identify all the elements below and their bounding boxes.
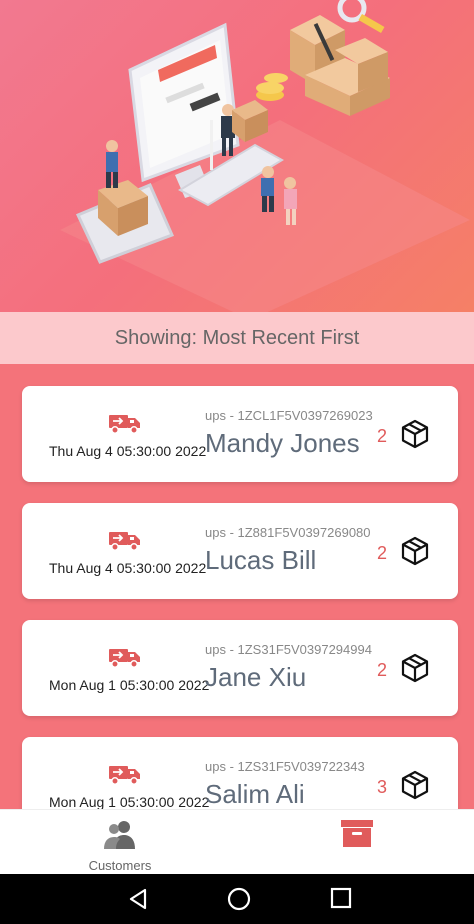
logistics-illustration [60,0,470,312]
shipment-date: Mon Aug 1 05:30:00 2022 [49,794,210,809]
customer-name: Mandy Jones [205,428,360,458]
delivery-truck-icon [109,766,140,785]
recents-icon[interactable] [330,887,352,909]
shipment-card[interactable]: Thu Aug 4 05:30:00 2022 ups - 1ZCL1F5V03… [22,386,458,482]
shipment-date: Thu Aug 4 05:30:00 2022 [49,443,207,459]
shipment-card[interactable]: Mon Aug 1 05:30:00 2022 ups - 1ZS31F5V03… [22,737,458,809]
system-navigation-bar [0,874,474,924]
customer-name: Jane Xiu [205,662,307,692]
archive-box-icon[interactable] [340,818,374,848]
customer-name: Lucas Bill [205,545,317,575]
package-count: 2 [377,426,388,446]
package-box-icon[interactable] [400,770,430,800]
customers-icon [104,821,135,849]
delivery-truck-icon [109,532,140,551]
nav-customers-tab[interactable]: Customers [70,810,170,875]
tracking-number: ups - 1Z881F5V0397269080 [205,525,371,540]
package-count: 3 [377,777,388,797]
tracking-number: ups - 1ZS31F5V0397294994 [205,642,372,657]
delivery-truck-icon [109,415,140,434]
shipment-card[interactable]: Mon Aug 1 05:30:00 2022 ups - 1ZS31F5V03… [22,620,458,716]
package-box-icon[interactable] [400,419,430,449]
package-count: 2 [377,543,388,563]
bottom-navigation: Customers [0,809,474,875]
package-box-icon[interactable] [400,536,430,566]
shipment-date: Thu Aug 4 05:30:00 2022 [49,560,207,576]
delivery-truck-icon [109,649,140,668]
customer-name: Salim Ali [205,779,305,809]
shipment-card[interactable]: Thu Aug 4 05:30:00 2022 ups - 1Z881F5V03… [22,503,458,599]
sort-order-label[interactable]: Showing: Most Recent First [0,312,474,364]
hero-illustration [0,0,474,312]
package-box-icon[interactable] [400,653,430,683]
home-icon[interactable] [227,887,251,911]
back-icon[interactable] [126,887,150,911]
shipment-list[interactable]: Thu Aug 4 05:30:00 2022 ups - 1ZCL1F5V03… [0,364,474,809]
tracking-number: ups - 1ZS31F5V039722343 [205,759,365,774]
shipment-date: Mon Aug 1 05:30:00 2022 [49,677,210,693]
nav-customers-label: Customers [88,858,152,873]
package-count: 2 [377,660,388,680]
tracking-number: ups - 1ZCL1F5V0397269023 [205,408,373,423]
